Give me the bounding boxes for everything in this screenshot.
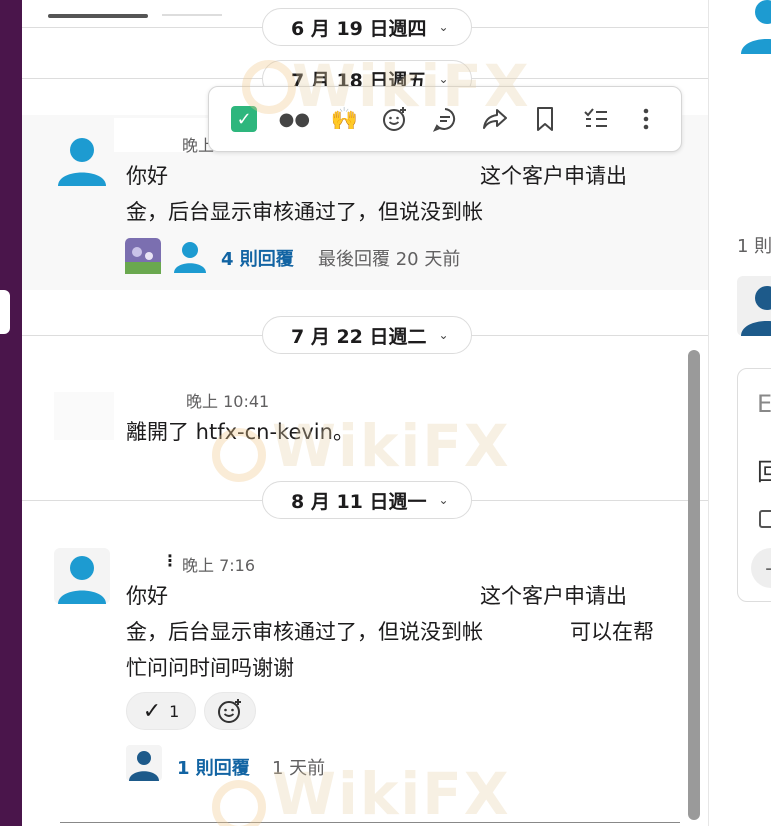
thread-reply-count: 1 則: [737, 236, 771, 257]
raised-hands-reaction-button[interactable]: 🙌: [324, 98, 366, 140]
user-avatar[interactable]: [54, 548, 110, 604]
eyes-reaction-button[interactable]: ●●: [273, 98, 315, 140]
save-for-later-button[interactable]: [524, 98, 566, 140]
thread-panel: 1 則 E 回 –: [708, 0, 771, 826]
inactive-tab-indicator: [162, 14, 222, 16]
chevron-down-icon: ⌄: [438, 20, 449, 34]
check-mark-icon: ✓: [231, 106, 258, 132]
create-task-button[interactable]: [575, 98, 617, 140]
message-text-line: 忙问问时间吗谢谢: [126, 656, 294, 680]
bookmark-icon: [537, 107, 554, 131]
message-timestamp[interactable]: 晚上 7:16: [182, 552, 255, 576]
thread-last-reply: 最後回覆 20 天前: [318, 249, 461, 270]
add-reaction-icon: [382, 107, 406, 131]
date-label: 8 月 11 日週一: [291, 490, 427, 513]
date-label: 6 月 19 日週四: [291, 17, 427, 40]
reply-in-thread-button[interactable]: [424, 98, 466, 140]
add-reaction-icon: [218, 699, 241, 723]
thread-replies-link[interactable]: 4 則回覆: [221, 245, 294, 271]
thread-replies-link[interactable]: 1 則回覆: [177, 754, 250, 780]
message-text-line: 你好: [126, 584, 168, 608]
bottom-edge-line: [60, 822, 680, 823]
watermark-logo: [212, 780, 266, 826]
participant-avatar-image: [125, 238, 161, 274]
message-list-scrollbar[interactable]: [688, 350, 700, 820]
message-text-line: 这个客户申请出: [480, 584, 627, 608]
add-reaction-button[interactable]: [374, 98, 416, 140]
heavy-check-mark-icon: ✓: [142, 698, 162, 724]
channel-message-list: 6 月 19 日週四 ⌄ 7 月 18 日週五 ⌄ 晚上 你好 这个客户申请出 …: [22, 0, 708, 826]
message-text-line: 你好: [126, 164, 168, 188]
plus-icon: –: [765, 554, 771, 582]
message-text-line: 金，后台显示审核通过了，但说没到帐: [126, 620, 483, 644]
thread-last-reply: 1 天前: [272, 758, 326, 779]
message-text-line: 金，后台显示审核通过了，但说没到帐: [126, 200, 483, 224]
redacted-text: [182, 160, 472, 192]
thread-author-avatar[interactable]: [737, 0, 771, 60]
more-actions-icon: [643, 108, 649, 130]
message-text-line: 这个客户申请出: [480, 164, 627, 188]
participant-avatar: [126, 745, 162, 781]
message-text-line: 離開了 htfx-cn-kevin。: [126, 420, 354, 444]
share-icon: [483, 109, 508, 129]
eyes-icon: ●●: [278, 108, 311, 130]
user-avatar[interactable]: [54, 132, 110, 188]
checklist-icon: [583, 108, 607, 127]
sidebar-active-tab[interactable]: [0, 290, 10, 334]
add-reaction-button[interactable]: [204, 692, 256, 730]
date-label: 7 月 22 日週二: [291, 325, 427, 348]
message-actions-toolbar: ✓ ●● 🙌: [208, 86, 682, 152]
more-actions-button[interactable]: [625, 98, 667, 140]
raised-hands-icon: 🙌: [330, 106, 359, 132]
composer-label: 回: [757, 452, 771, 487]
chevron-down-icon: ⌄: [438, 72, 449, 86]
check-mark-reaction-button[interactable]: ✓: [223, 98, 265, 140]
composer-placeholder: E: [757, 390, 771, 418]
more-dots[interactable]: ⋮: [162, 551, 178, 570]
message-text-line: 可以在帮: [570, 620, 654, 644]
reaction-count: 1: [169, 701, 180, 721]
workspace-sidebar: [0, 0, 22, 826]
participant-avatar: [174, 242, 206, 273]
chevron-down-icon: ⌄: [438, 328, 449, 342]
date-pill-jul22[interactable]: 7 月 22 日週二 ⌄: [262, 316, 472, 354]
active-tab-indicator: [48, 14, 148, 18]
also-send-checkbox[interactable]: [759, 510, 771, 528]
date-pill-jun19[interactable]: 6 月 19 日週四 ⌄: [262, 8, 472, 46]
date-pill-aug11[interactable]: 8 月 11 日週一 ⌄: [262, 481, 472, 519]
check-mark-reaction[interactable]: ✓ 1: [126, 692, 196, 730]
message-timestamp[interactable]: 晚上 10:41: [186, 388, 269, 412]
reply-in-thread-icon: [432, 108, 456, 132]
share-message-button[interactable]: [474, 98, 516, 140]
reply-author-avatar[interactable]: [737, 276, 771, 336]
chevron-down-icon: ⌄: [438, 493, 449, 507]
redacted-avatar: [54, 392, 114, 440]
